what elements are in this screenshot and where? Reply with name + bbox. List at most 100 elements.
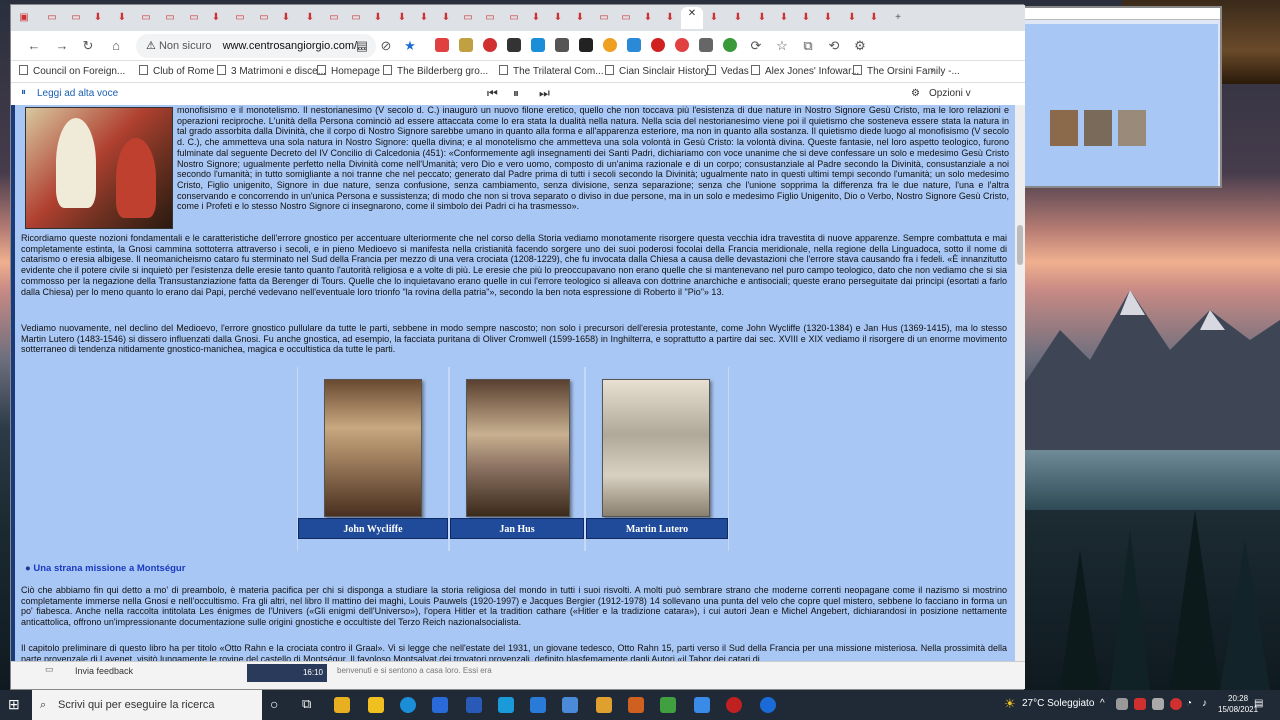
sync-icon[interactable]: ⟳	[747, 37, 765, 55]
tab[interactable]: ⬇	[641, 11, 655, 25]
extension-icon[interactable]	[699, 38, 713, 52]
tab[interactable]: ▭	[597, 11, 611, 25]
extension-icon[interactable]	[651, 38, 665, 52]
word-icon[interactable]	[466, 697, 482, 713]
extension-icon[interactable]	[507, 38, 521, 52]
tab[interactable]: ⬇	[529, 11, 543, 25]
extension-icon[interactable]	[459, 38, 473, 52]
tray-expand-icon[interactable]: ^	[1100, 698, 1105, 709]
cortana-icon[interactable]: ○	[270, 696, 278, 712]
forward-icon[interactable]: →	[53, 37, 71, 55]
extension-icon[interactable]	[603, 38, 617, 52]
tab[interactable]: ⬇	[209, 11, 223, 25]
extension-icon[interactable]	[531, 38, 545, 52]
extension-icon[interactable]	[483, 38, 497, 52]
tab[interactable]: ⬇	[707, 11, 721, 25]
video-thumbnail[interactable]: 16:10	[247, 664, 327, 682]
tab[interactable]: ▭	[349, 11, 363, 25]
task-view-icon[interactable]: ⧉	[302, 696, 311, 712]
tab[interactable]: ▭	[257, 11, 271, 25]
read-aloud-label[interactable]: Leggi ad alta voce	[37, 88, 118, 99]
history-icon[interactable]: ⟲	[825, 37, 843, 55]
extension-icon[interactable]	[579, 38, 593, 52]
reader-options[interactable]: Opzioni v	[929, 88, 971, 99]
extension-icon[interactable]	[435, 38, 449, 52]
weather-text[interactable]: 27°C Soleggiato	[1022, 698, 1094, 709]
favorite-star-icon[interactable]: ★	[401, 37, 419, 55]
edge-icon[interactable]	[400, 697, 416, 713]
app-icon[interactable]	[628, 697, 644, 713]
refresh-icon[interactable]: ↻	[79, 37, 97, 55]
internet-explorer-icon[interactable]	[530, 697, 546, 713]
tab[interactable]: ⬇	[867, 11, 881, 25]
tab[interactable]: ⬇	[439, 11, 453, 25]
tab[interactable]: ⬇	[663, 11, 677, 25]
scrollbar-thumb[interactable]	[1017, 225, 1023, 265]
bookmark-item[interactable]: Vedas	[707, 65, 749, 77]
tab[interactable]: ⬇	[303, 11, 317, 25]
edge-extension-icon[interactable]: ⚙	[851, 37, 869, 55]
app-icon[interactable]	[694, 697, 710, 713]
taskbar-search[interactable]: ⌕ Scrivi qui per eseguire la ricerca	[32, 690, 262, 720]
previous-icon[interactable]: ⏮	[487, 86, 498, 101]
extension-icon[interactable]	[723, 38, 737, 52]
tab[interactable]: ⬇	[279, 11, 293, 25]
bookmark-item[interactable]: Alex Jones' Infowar...	[751, 65, 859, 77]
new-tab-icon[interactable]: +	[891, 11, 905, 25]
bookmark-item[interactable]: Club of Rome	[139, 65, 214, 77]
tab[interactable]: ⬇	[115, 11, 129, 25]
taskbar-clock[interactable]: 20:28 15/08/2021	[1218, 693, 1258, 715]
next-icon[interactable]: ⏭	[539, 86, 550, 101]
voice-options-icon[interactable]: ⚙	[911, 88, 920, 99]
tab[interactable]: ⬇	[91, 11, 105, 25]
tab[interactable]: ⬇	[845, 11, 859, 25]
tab[interactable]: ▭	[163, 11, 177, 25]
tab[interactable]: ▭	[69, 11, 83, 25]
tracking-icon[interactable]: ⊘	[377, 37, 395, 55]
page-scrollbar[interactable]	[1015, 105, 1025, 661]
tab[interactable]: ▭	[461, 11, 475, 25]
notifications-icon[interactable]: ▤	[1254, 698, 1263, 709]
tab[interactable]: ⬇	[371, 11, 385, 25]
tab[interactable]: ▭	[45, 11, 59, 25]
tab-actions-icon[interactable]: ▣	[17, 11, 31, 25]
extension-icon[interactable]	[675, 38, 689, 52]
bookmark-item[interactable]: The Orsini Family -...	[853, 65, 960, 77]
tab[interactable]: ⬇	[731, 11, 745, 25]
url-field[interactable]: ⚠ Non sicuro www.centrosangiorgio.com/..…	[136, 34, 376, 58]
app-icon[interactable]	[498, 697, 514, 713]
bookmark-item[interactable]: The Trilateral Com...	[499, 65, 604, 77]
tray-icon[interactable]	[1116, 698, 1128, 710]
tab[interactable]: ⬇	[799, 11, 813, 25]
app-icon[interactable]	[760, 697, 776, 713]
app-icon[interactable]	[562, 697, 578, 713]
tab[interactable]: ▭	[507, 11, 521, 25]
folder-icon[interactable]	[596, 697, 612, 713]
bookmark-item[interactable]: 3 Matrimoni e disce...	[217, 65, 326, 77]
app-icon[interactable]	[660, 697, 676, 713]
tab[interactable]: ▭	[139, 11, 153, 25]
bookmarks-more-icon[interactable]: ›	[931, 65, 934, 76]
tray-icon[interactable]	[1134, 698, 1146, 710]
favorites-icon[interactable]: ☆	[773, 37, 791, 55]
tab[interactable]: ▭	[327, 11, 341, 25]
bookmark-item[interactable]: Council on Foreign...	[19, 65, 125, 77]
tab[interactable]: ⬇	[573, 11, 587, 25]
tab[interactable]: ⬇	[417, 11, 431, 25]
feedback-button[interactable]: Invia feedback	[75, 666, 133, 676]
tab[interactable]: ▭	[619, 11, 633, 25]
home-icon[interactable]: ⌂	[107, 37, 125, 55]
store-icon[interactable]	[368, 697, 384, 713]
tray-icon[interactable]	[1152, 698, 1164, 710]
bookmark-item[interactable]: The Bilderberg gro...	[383, 65, 488, 77]
tray-icon[interactable]	[1170, 698, 1182, 710]
collections-icon[interactable]: ⧉	[799, 37, 817, 55]
tab[interactable]: ⬇	[551, 11, 565, 25]
tab[interactable]: ⬇	[395, 11, 409, 25]
tab[interactable]: ⬇	[755, 11, 769, 25]
active-tab-close-icon[interactable]: ✕	[681, 7, 703, 29]
start-icon[interactable]: ⊞	[8, 696, 20, 713]
tab[interactable]: ▭	[187, 11, 201, 25]
bookmark-item[interactable]: Cian Sinclair History	[605, 65, 709, 77]
network-icon[interactable]: ◔	[1186, 698, 1192, 709]
